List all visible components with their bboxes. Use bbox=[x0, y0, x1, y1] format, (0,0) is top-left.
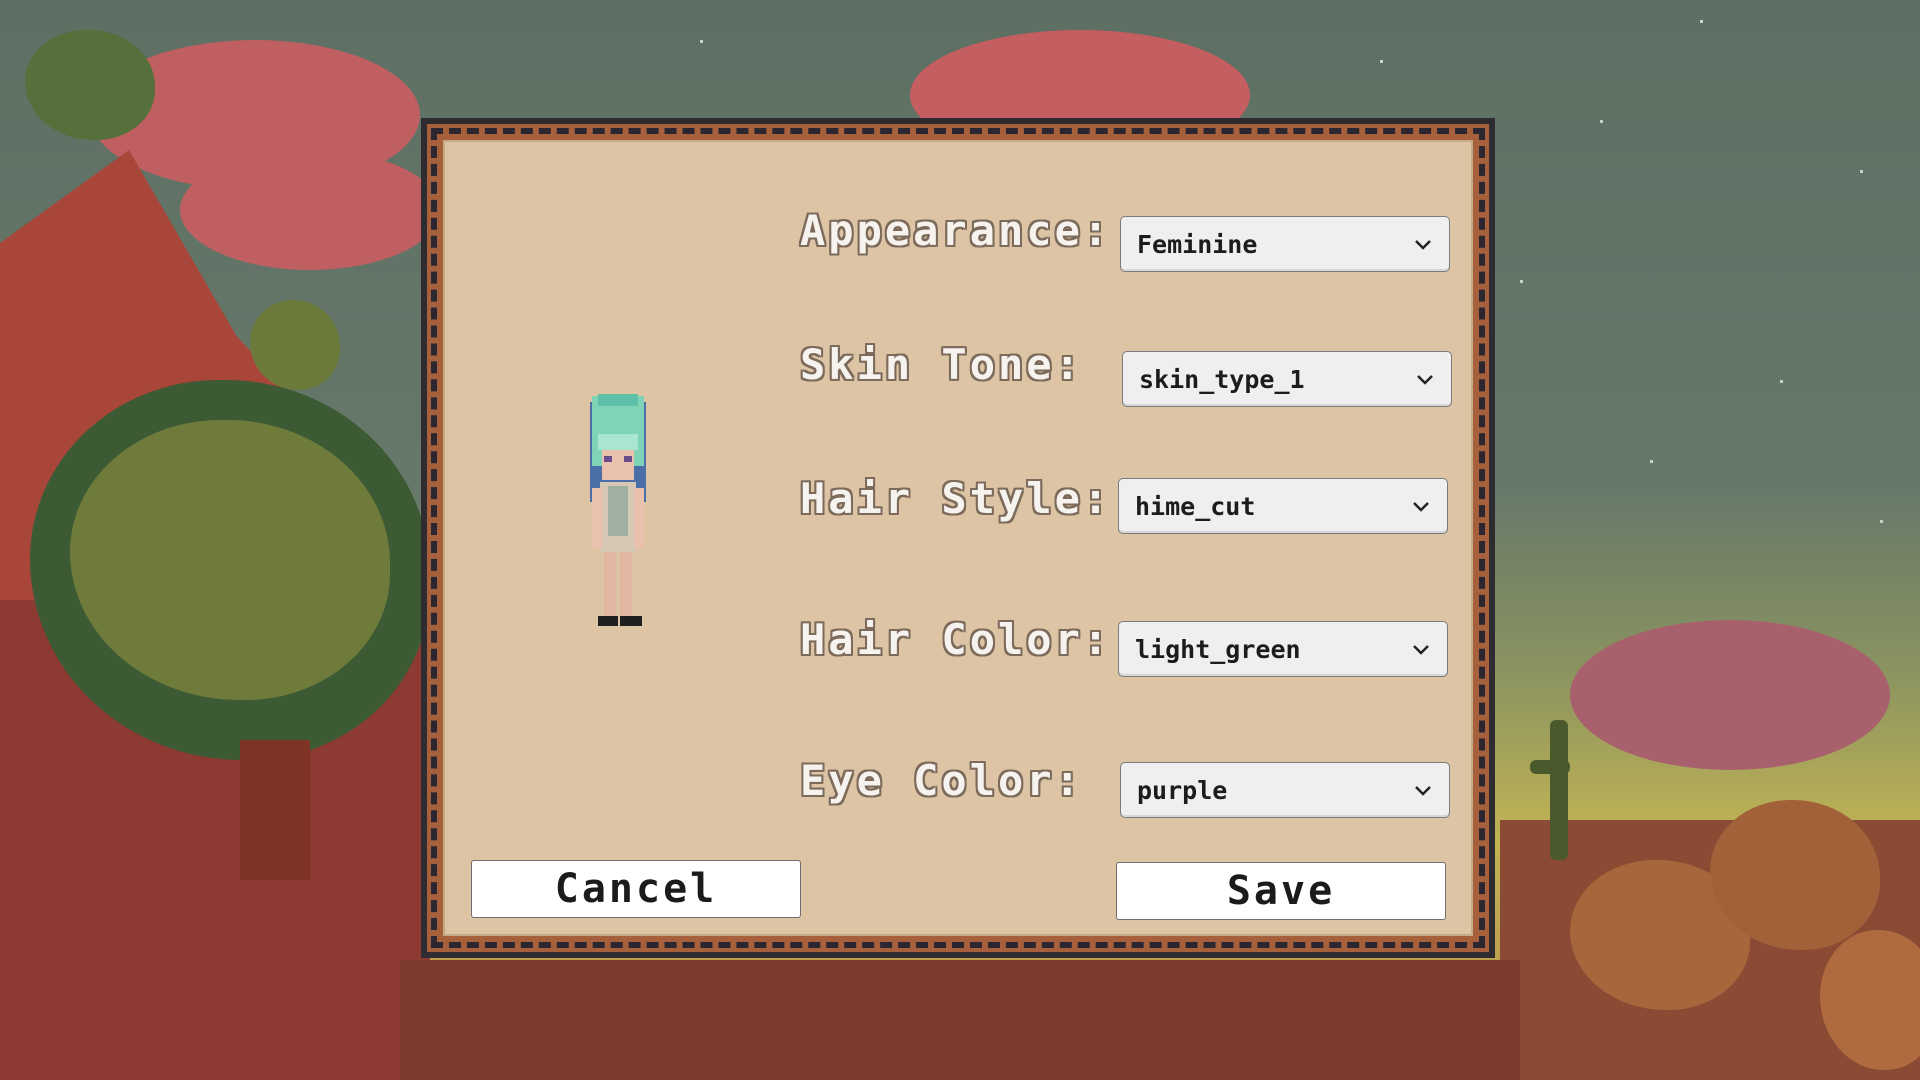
save-button[interactable]: Save bbox=[1116, 862, 1446, 920]
star bbox=[1380, 60, 1383, 63]
chevron-down-icon bbox=[1417, 375, 1433, 385]
chevron-down-icon bbox=[1413, 645, 1429, 655]
hair-color-select[interactable]: light_green bbox=[1118, 621, 1448, 677]
small-tree bbox=[25, 30, 155, 140]
tree-trunk bbox=[240, 740, 310, 880]
star bbox=[1780, 380, 1783, 383]
appearance-value: Feminine bbox=[1137, 230, 1258, 259]
chevron-down-icon bbox=[1415, 240, 1431, 250]
eye-color-label: Eye Color: bbox=[800, 756, 1083, 805]
cancel-button[interactable]: Cancel bbox=[471, 860, 801, 918]
chevron-down-icon bbox=[1415, 786, 1431, 796]
cactus bbox=[1530, 760, 1570, 774]
star bbox=[700, 40, 703, 43]
eye-color-value: purple bbox=[1137, 776, 1228, 805]
star bbox=[1650, 460, 1653, 463]
star bbox=[1700, 20, 1703, 23]
skin-tone-label: Skin Tone: bbox=[800, 340, 1083, 389]
character-sprite bbox=[590, 394, 646, 626]
appearance-select[interactable]: Feminine bbox=[1120, 216, 1450, 272]
hair-color-value: light_green bbox=[1135, 635, 1301, 664]
small-tree bbox=[250, 300, 340, 390]
hair-color-label: Hair Color: bbox=[800, 615, 1112, 664]
hair-style-value: hime_cut bbox=[1135, 492, 1256, 521]
cactus bbox=[1550, 720, 1568, 860]
pink-cloud bbox=[1570, 620, 1890, 770]
star bbox=[1600, 120, 1603, 123]
hair-style-label: Hair Style: bbox=[800, 474, 1112, 523]
star bbox=[1880, 520, 1883, 523]
skin-tone-select[interactable]: skin_type_1 bbox=[1122, 351, 1452, 407]
pink-cloud bbox=[180, 150, 440, 270]
ground bbox=[400, 960, 1520, 1080]
appearance-label: Appearance: bbox=[800, 206, 1112, 255]
skin-tone-value: skin_type_1 bbox=[1139, 365, 1305, 394]
hair-style-select[interactable]: hime_cut bbox=[1118, 478, 1448, 534]
star bbox=[1520, 280, 1523, 283]
chevron-down-icon bbox=[1413, 502, 1429, 512]
eye-color-select[interactable]: purple bbox=[1120, 762, 1450, 818]
star bbox=[1860, 170, 1863, 173]
